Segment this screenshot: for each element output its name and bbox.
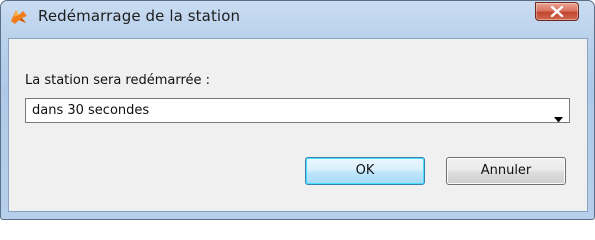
close-icon (550, 6, 564, 17)
restart-delay-value: dans 30 secondes (32, 103, 150, 118)
dialog-body (8, 38, 588, 212)
cancel-button[interactable]: Annuler (446, 157, 566, 185)
title-bar[interactable]: Redémarrage de la station (1, 1, 594, 31)
window-title: Redémarrage de la station (38, 7, 241, 25)
restart-prompt-label: La station sera redémarrée : (25, 73, 211, 88)
dropdown-arrow-icon (554, 108, 563, 127)
avast-logo-icon (10, 8, 29, 25)
close-button[interactable] (535, 2, 579, 21)
restart-delay-select[interactable]: dans 30 secondes (25, 98, 570, 123)
ok-button[interactable]: OK (305, 157, 425, 185)
